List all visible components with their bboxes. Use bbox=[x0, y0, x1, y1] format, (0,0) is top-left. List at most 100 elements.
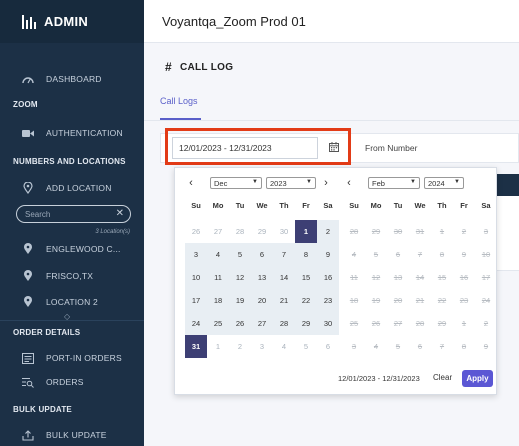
sidebar-item-label: ENGLEWOOD C... bbox=[46, 244, 121, 254]
month-select[interactable]: Dec ▼ bbox=[210, 177, 262, 189]
sidebar: ADMIN DASHBOARD ZOOM AUTHENTICATION NUMB… bbox=[0, 0, 144, 446]
weekday-label: Su bbox=[349, 201, 359, 210]
calendar-day-outside[interactable]: 27 bbox=[207, 220, 229, 243]
calendar-day-outside[interactable]: 5 bbox=[295, 335, 317, 358]
calendar-day-disabled: 5 bbox=[395, 342, 401, 351]
calendar-day-in-range[interactable]: 12 bbox=[229, 266, 251, 289]
calendar-day-in-range[interactable]: 11 bbox=[207, 266, 229, 289]
calendar-day-in-range[interactable]: 20 bbox=[251, 289, 273, 312]
calendar-day-outside[interactable]: 26 bbox=[185, 220, 207, 243]
map-pin-icon bbox=[22, 182, 34, 194]
sidebar-item-bulk-update[interactable]: BULK UPDATE bbox=[0, 425, 144, 445]
sidebar-item-port-in-orders[interactable]: PORT-IN ORDERS bbox=[0, 348, 144, 368]
calendar-day-outside[interactable]: 4 bbox=[273, 335, 295, 358]
calendar-day-disabled: 24 bbox=[481, 296, 491, 305]
tab-call-logs[interactable]: Call Logs bbox=[160, 96, 198, 106]
calendar-day-in-range[interactable]: 9 bbox=[317, 243, 339, 266]
calendar-day-in-range[interactable]: 29 bbox=[295, 312, 317, 335]
apply-button[interactable]: Apply bbox=[462, 370, 493, 387]
brand-logo[interactable]: ADMIN bbox=[22, 14, 88, 29]
calendar-day-in-range[interactable]: 15 bbox=[295, 266, 317, 289]
sidebar-item-englewood[interactable]: ENGLEWOOD C... bbox=[0, 239, 144, 259]
calendar-day-disabled: 16 bbox=[459, 273, 469, 282]
calendar-day-disabled: 30 bbox=[393, 227, 403, 236]
calendar-day-disabled: 9 bbox=[483, 342, 489, 351]
calendar-day-outside[interactable]: 3 bbox=[251, 335, 273, 358]
calendar-day-disabled: 29 bbox=[437, 319, 447, 328]
calendar-day-in-range[interactable]: 4 bbox=[207, 243, 229, 266]
calendar-day-outside[interactable]: 28 bbox=[229, 220, 251, 243]
calendar-day-outside[interactable]: 30 bbox=[273, 220, 295, 243]
calendar-day-in-range[interactable]: 17 bbox=[185, 289, 207, 312]
calendar-day-in-range[interactable]: 10 bbox=[185, 266, 207, 289]
calendar-day-in-range[interactable]: 28 bbox=[273, 312, 295, 335]
calendar-day-in-range[interactable]: 30 bbox=[317, 312, 339, 335]
chevron-left-icon[interactable]: ‹ bbox=[343, 176, 355, 190]
calendar-day-range-end[interactable]: 31 bbox=[185, 335, 207, 358]
calendar-day-disabled: 28 bbox=[349, 227, 359, 236]
calendar-day-in-range[interactable]: 22 bbox=[295, 289, 317, 312]
weekday-label: Su bbox=[191, 201, 201, 210]
calendar-day-in-range[interactable]: 14 bbox=[273, 266, 295, 289]
clear-button[interactable]: Clear bbox=[433, 373, 452, 382]
calendar-day-in-range[interactable]: 8 bbox=[295, 243, 317, 266]
page-title-text: CALL LOG bbox=[179, 61, 234, 73]
chevron-down-icon: ▼ bbox=[454, 179, 460, 185]
calendar-day-outside[interactable]: 1 bbox=[207, 335, 229, 358]
sidebar-item-dashboard[interactable]: DASHBOARD bbox=[0, 69, 144, 89]
calendar-day-disabled: 13 bbox=[393, 273, 403, 282]
close-icon[interactable]: ✕ bbox=[116, 208, 124, 219]
year-select[interactable]: 2024 ▼ bbox=[424, 177, 464, 189]
chevron-left-icon[interactable]: ‹ bbox=[185, 176, 197, 190]
sidebar-item-frisco[interactable]: FRISCO,TX bbox=[0, 266, 144, 286]
calendar-day-in-range[interactable]: 27 bbox=[251, 312, 273, 335]
calendar-day-in-range[interactable]: 6 bbox=[251, 243, 273, 266]
map-pin-icon bbox=[22, 270, 34, 282]
year-select[interactable]: 2023 ▼ bbox=[266, 177, 316, 189]
calendar-day-in-range[interactable]: 7 bbox=[273, 243, 295, 266]
chevron-down-icon: ▼ bbox=[306, 179, 312, 185]
sidebar-header: ADMIN bbox=[0, 0, 144, 43]
sidebar-item-label: ORDERS bbox=[46, 377, 84, 387]
gauge-icon bbox=[22, 73, 34, 85]
sidebar-item-location-2[interactable]: LOCATION 2 bbox=[0, 292, 144, 312]
sidebar-item-add-location[interactable]: ADD LOCATION bbox=[0, 178, 144, 198]
calendar-day-in-range[interactable]: 23 bbox=[317, 289, 339, 312]
calendar-day-outside[interactable]: 2 bbox=[229, 335, 251, 358]
calendar-day-in-range[interactable]: 26 bbox=[229, 312, 251, 335]
chevron-right-icon[interactable]: › bbox=[320, 176, 332, 190]
calendar-day-disabled: 5 bbox=[373, 250, 379, 259]
calendar-day-in-range[interactable]: 19 bbox=[229, 289, 251, 312]
calendar-day-in-range[interactable]: 24 bbox=[185, 312, 207, 335]
table-header bbox=[497, 174, 519, 196]
calendar-day-range-start[interactable]: 1 bbox=[295, 220, 317, 243]
month-value: Dec bbox=[214, 178, 228, 188]
calendar-day-disabled: 1 bbox=[461, 319, 467, 328]
weekday-label: Sa bbox=[323, 201, 333, 210]
calendar-day-in-range[interactable]: 13 bbox=[251, 266, 273, 289]
calendar-day-disabled: 18 bbox=[349, 296, 359, 305]
calendar-day-in-range[interactable]: 5 bbox=[229, 243, 251, 266]
video-icon bbox=[22, 127, 34, 139]
location-search-input[interactable]: Search ✕ bbox=[16, 205, 131, 223]
section-bulk-update: BULK UPDATE bbox=[13, 405, 72, 414]
page-title: # CALL LOG bbox=[165, 60, 233, 74]
sidebar-item-label: ADD LOCATION bbox=[46, 183, 112, 193]
calendar-day-disabled: 22 bbox=[437, 296, 447, 305]
sidebar-item-authentication[interactable]: AUTHENTICATION bbox=[0, 123, 144, 143]
calendar-day-in-range[interactable]: 16 bbox=[317, 266, 339, 289]
month-select[interactable]: Feb ▼ bbox=[368, 177, 420, 189]
calendar-day-in-range[interactable]: 2 bbox=[317, 220, 339, 243]
calendar-day-in-range[interactable]: 25 bbox=[207, 312, 229, 335]
sidebar-item-orders[interactable]: ORDERS bbox=[0, 372, 144, 392]
calendar-day-in-range[interactable]: 21 bbox=[273, 289, 295, 312]
sidebar-divider bbox=[0, 320, 144, 321]
calendar-day-in-range[interactable]: 3 bbox=[185, 243, 207, 266]
calendar-day-outside[interactable]: 6 bbox=[317, 335, 339, 358]
calendar-day-disabled: 28 bbox=[415, 319, 425, 328]
search-placeholder: Search bbox=[25, 209, 51, 219]
calendar-day-disabled: 8 bbox=[461, 342, 467, 351]
calendar-day-in-range[interactable]: 18 bbox=[207, 289, 229, 312]
sidebar-item-label: FRISCO,TX bbox=[46, 271, 94, 281]
calendar-day-outside[interactable]: 29 bbox=[251, 220, 273, 243]
